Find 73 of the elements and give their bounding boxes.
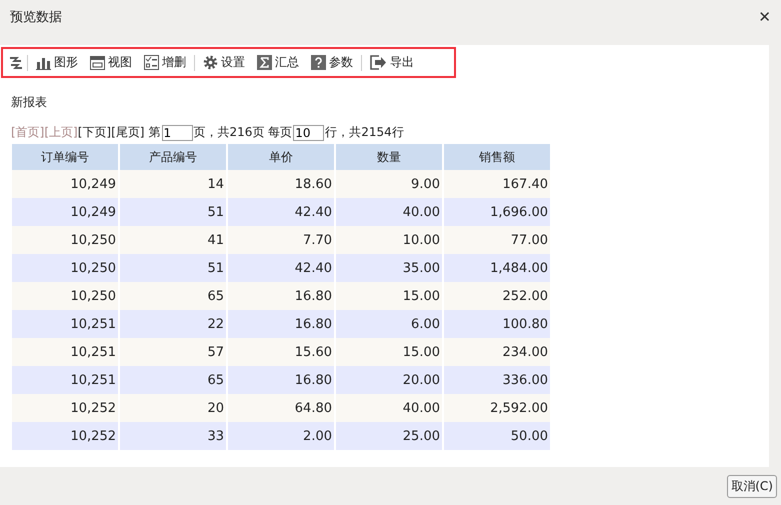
column-header: 单价 — [227, 144, 335, 170]
page-count-text: 页，共216页 每页 — [194, 124, 292, 141]
column-header: 数量 — [335, 144, 443, 170]
table-cell: 20.00 — [335, 366, 443, 394]
table-cell: 6.00 — [335, 310, 443, 338]
table-cell: 64.80 — [227, 394, 335, 422]
table-cell: 33 — [119, 422, 227, 450]
table-cell: 15.00 — [335, 282, 443, 310]
table-cell: 35.00 — [335, 254, 443, 282]
table-cell: 10,252 — [12, 394, 119, 422]
table-cell: 10,250 — [12, 254, 119, 282]
table-cell: 2,592.00 — [443, 394, 551, 422]
table-cell: 22 — [119, 310, 227, 338]
table-cell: 10,250 — [12, 282, 119, 310]
table-cell: 77.00 — [443, 226, 551, 254]
table-cell: 2.00 — [227, 422, 335, 450]
table-cell: 1,484.00 — [443, 254, 551, 282]
table-cell: 41 — [119, 226, 227, 254]
table-cell: 100.80 — [443, 310, 551, 338]
table-cell: 40.00 — [335, 198, 443, 226]
table-cell: 16.80 — [227, 310, 335, 338]
pager-link[interactable]: [尾页] — [111, 124, 144, 141]
page-label: 第 — [148, 124, 160, 141]
table-cell: 51 — [119, 198, 227, 226]
table-cell: 10,251 — [12, 338, 119, 366]
toolbar-button[interactable]: 视图 — [86, 52, 136, 74]
column-header: 产品编号 — [119, 144, 227, 170]
table-cell: 65 — [119, 366, 227, 394]
table-cell: 1,696.00 — [443, 198, 551, 226]
toolbar-button[interactable]: 导出 — [366, 52, 418, 74]
toolbar-button[interactable]: 设置 — [199, 52, 249, 74]
table-cell: 10,250 — [12, 226, 119, 254]
window-title: 预览数据 — [10, 9, 62, 26]
table-cell: 10,251 — [12, 310, 119, 338]
table-cell: 9.00 — [335, 170, 443, 198]
row-count-text: 行，共2154行 — [325, 124, 404, 141]
toolbar-button[interactable]: 图形 — [32, 52, 82, 74]
table-cell: 25.00 — [335, 422, 443, 450]
table-cell: 7.70 — [227, 226, 335, 254]
table-cell: 10,249 — [12, 198, 119, 226]
table-cell: 167.40 — [443, 170, 551, 198]
table-cell: 252.00 — [443, 282, 551, 310]
cancel-button[interactable]: 取消(C) — [727, 474, 777, 498]
table-cell: 15.60 — [227, 338, 335, 366]
rows-per-page-field[interactable]: 10 — [293, 124, 324, 140]
table-cell: 10.00 — [335, 226, 443, 254]
table-cell: 18.60 — [227, 170, 335, 198]
table-cell: 42.40 — [227, 198, 335, 226]
column-header: 订单编号 — [12, 144, 119, 170]
table-cell: 20 — [119, 394, 227, 422]
table-cell: 57 — [119, 338, 227, 366]
column-header: 销售额 — [443, 144, 551, 170]
toolbar-button[interactable]: 参数 — [307, 52, 357, 74]
table-cell: 234.00 — [443, 338, 551, 366]
table-cell: 42.40 — [227, 254, 335, 282]
table-cell: 10,251 — [12, 366, 119, 394]
toolbar-button[interactable]: 增删 — [140, 52, 190, 74]
table-cell: 51 — [119, 254, 227, 282]
table-cell: 50.00 — [443, 422, 551, 450]
table-cell: 65 — [119, 282, 227, 310]
table-cell: 10,252 — [12, 422, 119, 450]
table-cell: 10,249 — [12, 170, 119, 198]
pager-link[interactable]: [下页] — [78, 124, 112, 141]
table-cell: 14 — [119, 170, 227, 198]
toolbar-button[interactable]: 汇总 — [253, 52, 303, 74]
table-cell: 16.80 — [227, 366, 335, 394]
table-cell: 336.00 — [443, 366, 551, 394]
table-cell: 40.00 — [335, 394, 443, 422]
close-button[interactable]: ✕ — [758, 8, 771, 26]
table-cell: 15.00 — [335, 338, 443, 366]
table-cell: 16.80 — [227, 282, 335, 310]
report-title: 新报表 — [11, 94, 48, 111]
page-field[interactable]: 1 — [162, 124, 192, 140]
